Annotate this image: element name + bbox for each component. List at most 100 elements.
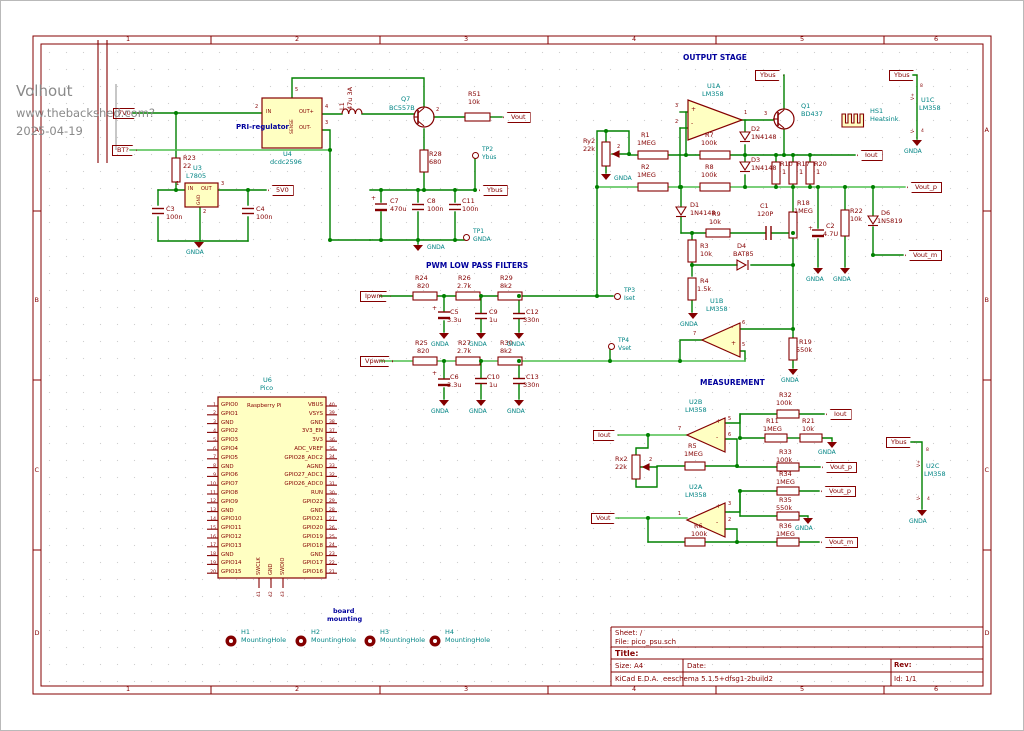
pin-num[interactable]: 7 — [693, 332, 696, 338]
pin-num[interactable]: 1 — [678, 512, 681, 518]
val-r3[interactable]: 10k — [700, 251, 712, 258]
val-u1c[interactable]: LM358 — [919, 105, 941, 112]
gnda-power-symbol[interactable] — [476, 400, 486, 406]
pico-pin-name[interactable]: GPIO6 — [221, 472, 238, 478]
pico-pin-name[interactable]: GPIO16 — [302, 569, 323, 575]
gnda-power-symbol[interactable] — [912, 140, 922, 146]
polarity-plus[interactable]: + — [371, 196, 376, 203]
opamp-sign[interactable]: + — [691, 107, 696, 114]
tp1-testpoint[interactable] — [463, 234, 470, 241]
pico-pin-name[interactable]: GPIO3 — [221, 437, 238, 443]
gnda-power-label[interactable]: GNDA — [507, 342, 525, 349]
pico-pin-name[interactable]: GPIO0 — [221, 402, 238, 408]
pin-num[interactable]: 5 — [728, 417, 731, 423]
val-r35[interactable]: 550k — [776, 505, 792, 512]
pin-num[interactable]: 2 — [649, 458, 652, 464]
val-u1b[interactable]: LM358 — [706, 306, 728, 313]
pico-pin-name[interactable]: GPIO20 — [302, 525, 323, 531]
opamp-sign[interactable]: + — [731, 341, 736, 348]
val-r25[interactable]: 820 — [417, 348, 429, 355]
tp1-ref[interactable]: TP1 — [473, 229, 484, 236]
pico-pin-name[interactable]: GPIO19 — [302, 534, 323, 540]
gnda-power-label[interactable]: GNDA — [431, 409, 449, 416]
gnda-power-label[interactable]: GNDA — [614, 176, 632, 183]
val-c4[interactable]: 100n — [256, 214, 273, 221]
gnda-power-label[interactable]: GNDA — [431, 342, 449, 349]
gnda-power-symbol[interactable] — [917, 510, 927, 516]
val-u4[interactable]: dcdc2596 — [270, 159, 302, 166]
val-c11[interactable]: 100n — [462, 206, 479, 213]
pico-pin-name[interactable]: GPIO11 — [221, 525, 242, 531]
pico-pin-name[interactable]: 3V3 — [312, 437, 323, 443]
pico-pin-name[interactable]: RUN — [311, 490, 323, 496]
heading-measurement[interactable]: MEASUREMENT — [700, 379, 765, 388]
val-rx2[interactable]: 22k — [615, 464, 627, 471]
pin-num[interactable]: 2 — [617, 145, 620, 151]
val-r29[interactable]: 8k2 — [500, 283, 512, 290]
pin-num[interactable]: 4 — [927, 497, 930, 502]
pin-num[interactable]: 7 — [678, 427, 681, 433]
pin-name[interactable]: V- — [911, 129, 916, 133]
pin-num[interactable]: 5 — [295, 88, 298, 94]
val-q1[interactable]: BD437 — [801, 111, 823, 118]
val-c1[interactable]: 120P — [757, 211, 773, 218]
val-r34[interactable]: 1MEG — [776, 479, 795, 486]
pin-num[interactable]: 3 — [675, 104, 678, 110]
ref-q7[interactable]: Q7 — [401, 96, 410, 103]
val-r5[interactable]: 1MEG — [684, 451, 703, 458]
pico-pin-name[interactable]: 3V3_EN — [302, 428, 323, 434]
net-vout-m-global-label[interactable]: Vout_m — [821, 537, 858, 549]
pico-pin-name[interactable]: GPIO10 — [221, 516, 242, 522]
pin-num[interactable]: 3 — [764, 112, 767, 118]
opamp-sign[interactable]: - — [716, 435, 718, 442]
val-r30[interactable]: 8k2 — [500, 348, 512, 355]
pico-pin-name[interactable]: GND — [221, 420, 234, 426]
val-r33[interactable]: 100k — [776, 457, 792, 464]
val-u2b[interactable]: LM358 — [685, 407, 707, 414]
val-h4[interactable]: MountingHole — [445, 637, 490, 644]
val-c8[interactable]: 100n — [427, 206, 444, 213]
pin-name[interactable]: IN — [188, 187, 193, 193]
pico-pin-name[interactable]: GPIO1 — [221, 411, 238, 417]
gnda-power-symbol[interactable] — [601, 174, 611, 180]
val-c2[interactable]: 4.7U — [823, 231, 838, 238]
net-vout-global-label[interactable]: Vout — [503, 112, 531, 124]
pin-num[interactable]: 4 — [921, 129, 924, 134]
pin-num[interactable]: 2 — [255, 105, 258, 111]
val-u2a[interactable]: LM358 — [685, 492, 707, 499]
opamp-sign[interactable]: - — [731, 325, 733, 332]
pico-pin-name[interactable]: GPIO8 — [221, 490, 238, 496]
val-q7[interactable]: BC557B — [389, 105, 415, 112]
pico-pin-name[interactable]: GPIO12 — [221, 534, 242, 540]
pico-pin-name[interactable]: GND — [269, 564, 275, 575]
net-iout-global-label[interactable]: Iout — [857, 150, 883, 162]
val-c12[interactable]: 330n — [523, 317, 540, 324]
pin-num[interactable]: 6 — [728, 433, 731, 439]
val-r7[interactable]: 100k — [701, 140, 717, 147]
pico-pin-name[interactable]: GPIO21 — [302, 516, 323, 522]
pin-num[interactable]: 1 — [744, 111, 747, 117]
val-r32[interactable]: 100k — [776, 400, 792, 407]
gnda-power-label[interactable]: GNDA — [806, 277, 824, 284]
gnda-power-symbol[interactable] — [439, 400, 449, 406]
gnda-power-symbol[interactable] — [827, 442, 837, 448]
pin-num[interactable]: 3 — [325, 121, 328, 127]
label-raspberry-pi[interactable]: Raspberry Pi — [247, 403, 281, 409]
net-bt-global-label[interactable]: BT? — [112, 145, 137, 157]
net-vpwm-global-label[interactable]: Vpwm — [360, 356, 393, 368]
pin-num[interactable]: 3 — [728, 502, 731, 508]
pin-num[interactable]: 2 — [436, 108, 439, 114]
pico-pin-name[interactable]: GPIO22 — [302, 499, 323, 505]
net-ybus-global-label[interactable]: Ybus — [479, 185, 508, 197]
gnda-power-label[interactable]: GNDA — [186, 250, 204, 257]
pin-name[interactable]: V+ — [917, 460, 922, 467]
net-ipwm-global-label[interactable]: Ipwm — [360, 291, 391, 303]
val-c10[interactable]: 1u — [489, 382, 497, 389]
val-ry2[interactable]: 22k — [583, 146, 595, 153]
tp3-testpoint[interactable] — [614, 293, 621, 300]
val-c7[interactable]: 470u — [390, 206, 407, 213]
pin-num[interactable]: 2 — [728, 518, 731, 524]
pico-pin-name[interactable]: GPIO4 — [221, 446, 238, 452]
heading-board-mounting-2[interactable]: mounting — [327, 616, 362, 623]
pin-name[interactable]: OUT — [201, 187, 212, 193]
